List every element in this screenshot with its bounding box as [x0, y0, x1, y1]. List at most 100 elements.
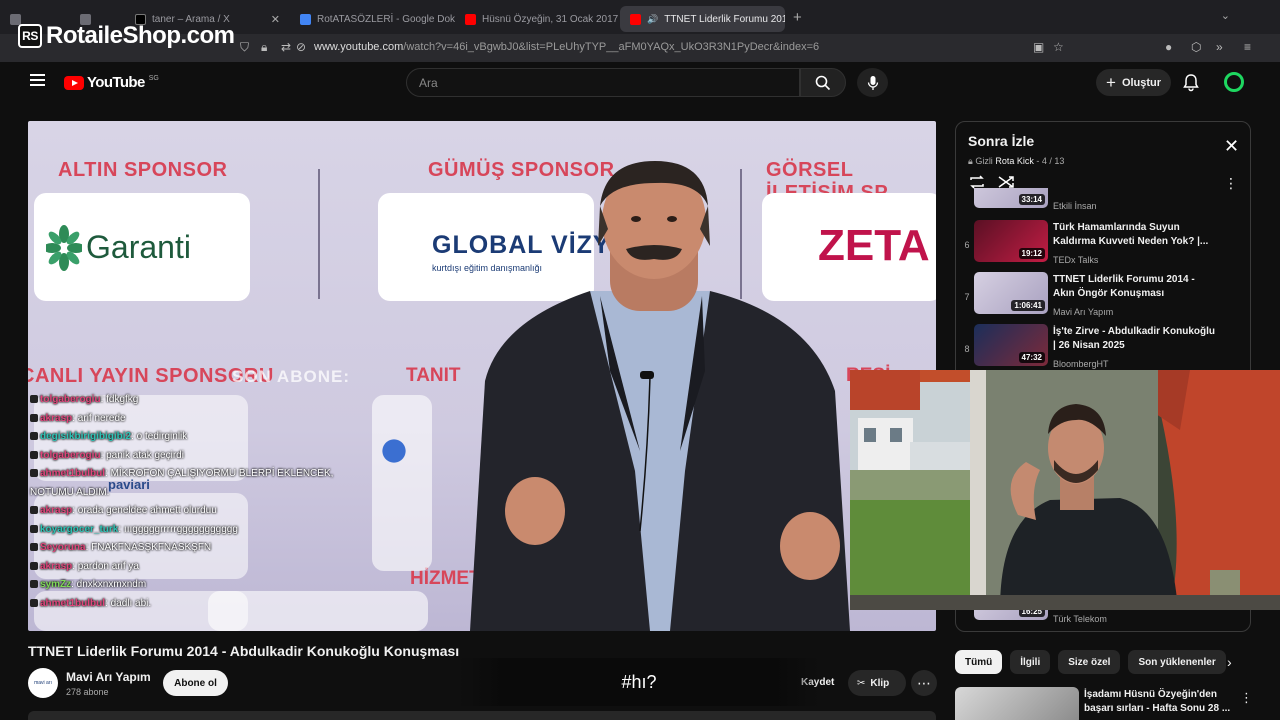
youtube-icon — [630, 13, 641, 25]
docs-icon — [300, 13, 311, 25]
chevron-right-icon[interactable]: › — [1227, 654, 1232, 670]
duration-badge: 47:32 — [1018, 352, 1045, 363]
tab-google-docs[interactable]: RotATASÖZLERİ - Google Doküman✕ — [290, 6, 455, 32]
filter-chip[interactable]: Son yüklenenler — [1128, 650, 1226, 674]
account-avatar[interactable] — [1224, 72, 1244, 92]
playlist-item-channel: TEDx Talks — [1053, 255, 1099, 265]
playlist-item-channel: Mavi Arı Yapım — [1053, 307, 1114, 317]
playlist-item-title: Türk Hamamlarında Suyun Kaldırma Kuvveti… — [1053, 222, 1209, 247]
picture-in-picture-icon[interactable]: ▣ — [1033, 40, 1044, 54]
meta-separator: - — [1036, 156, 1040, 166]
clip-button[interactable]: ✂ Klip — [848, 670, 906, 696]
playlist-item[interactable]: 33:14 Etkili İnsan — [956, 188, 1250, 212]
playlist-item-index: 6 — [964, 240, 970, 250]
caption-overlay: #hı? — [458, 658, 820, 706]
chat-username: degisikbirigibigibi2 — [40, 431, 132, 442]
tab-husnu[interactable]: Hüsnü Özyeğin, 31 Ocak 2017 P✕ — [455, 6, 620, 32]
extension-r-icon[interactable]: ● — [1165, 40, 1172, 54]
chat-username: symZz — [40, 579, 72, 590]
region-code: SG — [148, 75, 159, 82]
playlist-item[interactable]: 8 47:32 İş'te Zirve - Abdulkadir Konukoğ… — [956, 324, 1250, 374]
chat-message: degisikbirigibigibi2: o tedirginlik — [30, 428, 370, 447]
video-title: TTNET Liderlik Forumu 2014 - Abdulkadir … — [28, 643, 460, 659]
channel-name[interactable]: Mavi Arı Yapım — [66, 670, 151, 684]
paviari-logo-mark — [374, 431, 414, 471]
hamburger-menu-icon[interactable] — [30, 74, 45, 89]
chat-text: : dadlı abi. — [105, 597, 152, 609]
chat-message: Seyoruna: FNAKFNASŞKFNASKŞFN — [30, 539, 370, 558]
chat-username: tolgaberogiu — [40, 394, 101, 405]
search-input[interactable]: Ara — [406, 68, 800, 97]
webcam-scene — [850, 370, 1280, 610]
chat-username: akrasp — [40, 560, 73, 572]
chat-message: akrasp: pardon arif ya — [30, 558, 370, 577]
clip-label: Klip — [870, 677, 890, 689]
playlist-item[interactable]: 7 1:06:41 TTNET Liderlik Forumu 2014 - A… — [956, 272, 1250, 322]
menu-icon[interactable]: ≡ — [1244, 40, 1251, 54]
playlist-privacy: Gizli — [975, 156, 993, 166]
description-panel[interactable] — [28, 711, 936, 720]
lock-icon[interactable]: 🔒︎ — [261, 40, 267, 55]
close-icon[interactable]: ✕ — [1224, 136, 1239, 157]
chat-text: : arif nerede — [72, 412, 126, 424]
scissors-icon: ✂ — [857, 677, 866, 689]
video-player[interactable]: ALTIN SPONSOR GÜMÜŞ SPONSOR GÖRSEL İLETİ… — [28, 121, 936, 631]
garanti-clover-icon — [46, 225, 82, 271]
chat-text: : o tedirginlik — [131, 431, 188, 442]
create-label: Oluştur — [1121, 76, 1162, 89]
playlist-title[interactable]: Sonra İzle — [968, 133, 1034, 149]
tab-ttnet-active[interactable]: 🔊TTNET Liderlik Forumu 2014✕ — [620, 6, 785, 32]
playlist-meta: 🔒︎ Gizli Rota Kick - 4 / 13 — [968, 156, 1064, 167]
chat-badge-icon — [30, 469, 38, 477]
url-field[interactable]: www.youtube.com/watch?v=46i_vBgwbJ0&list… — [314, 41, 819, 53]
new-tab-button[interactable]: + — [793, 9, 802, 26]
tracking-icon[interactable]: ⊘ — [296, 40, 306, 54]
close-icon[interactable]: ✕ — [271, 13, 280, 26]
bookmark-star-icon[interactable]: ☆ — [1053, 40, 1064, 54]
chat-message: tolgaberogiu: panik atak geçirdi — [30, 447, 370, 466]
recommended-video[interactable]: İşadamı Hüsnü Özyeğin'den başarı sırları… — [955, 687, 1253, 720]
url-host: www.youtube.com — [314, 41, 404, 53]
permissions-icon[interactable]: ⇄ — [281, 40, 291, 54]
chat-text: : panik atak geçirdi — [100, 449, 184, 461]
video-thumbnail: 1:06:41 — [974, 272, 1048, 314]
chevron-right-icon[interactable]: » — [1216, 40, 1223, 54]
extension-icon[interactable]: ⬡ — [1191, 40, 1201, 54]
youtube-logo[interactable]: YouTube SG — [64, 74, 159, 91]
watermark-badge: RS — [18, 24, 42, 48]
video-thumbnail: 47:32 — [974, 324, 1048, 366]
playlist-item-index: 7 — [964, 292, 970, 302]
playlist-position: 4 / 13 — [1041, 156, 1065, 166]
chat-text: : fdkgfkg — [100, 394, 139, 405]
filter-chip[interactable]: Size özel — [1058, 650, 1121, 674]
chat-text: : ıııgggggrrrrrggggggggggg — [118, 523, 238, 535]
playlist-owner[interactable]: Rota Kick — [995, 156, 1034, 166]
playlist-item[interactable]: 6 19:12 Türk Hamamlarında Suyun Kaldırma… — [956, 220, 1250, 270]
channel-avatar[interactable]: mavi arı — [28, 668, 58, 698]
stream-chat-overlay: tolgaberogiu: fdkgfkg akrasp : arif nerede… — [30, 391, 370, 613]
create-button[interactable]: + Oluştur — [1096, 69, 1171, 96]
more-vert-icon[interactable]: ⋮ — [1240, 690, 1253, 706]
filter-chip[interactable]: Tümü — [955, 650, 1003, 674]
chevron-down-icon[interactable]: ⌄ — [1221, 9, 1230, 22]
notifications-bell-icon[interactable] — [1182, 73, 1200, 92]
chat-username: ahmet1bulbul — [40, 597, 106, 609]
chat-badge-icon — [30, 561, 38, 570]
more-actions-button[interactable]: ⋯ — [911, 670, 937, 696]
playlist-item-channel: Etkili İnsan — [1053, 201, 1097, 211]
search-button[interactable] — [800, 68, 846, 97]
microphone-icon — [867, 75, 878, 90]
recommendation-filter-chips: Tümü İlgili Size özel Son yüklenenler — [955, 650, 1226, 674]
watermark-text: RotaileShop.com — [46, 22, 235, 49]
speaker-icon: 🔊 — [647, 13, 659, 24]
chat-badge-icon — [30, 506, 38, 514]
chat-badge-icon — [30, 543, 38, 551]
playlist-item-title: İş'te Zirve - Abdulkadir Konukoğlu | 26 … — [1053, 326, 1216, 351]
subscribe-button[interactable]: Abone ol — [163, 670, 228, 696]
shield-icon[interactable]: ⛉ — [240, 40, 249, 55]
chat-badge-icon — [30, 413, 38, 422]
chat-message: akrasp: orada geneldee ahmett olurduu — [30, 502, 370, 521]
voice-search-button[interactable] — [857, 68, 888, 97]
playlist-item-title: TTNET Liderlik Forumu 2014 - Akın Öngör … — [1053, 274, 1195, 299]
filter-chip[interactable]: İlgili — [1010, 650, 1051, 674]
